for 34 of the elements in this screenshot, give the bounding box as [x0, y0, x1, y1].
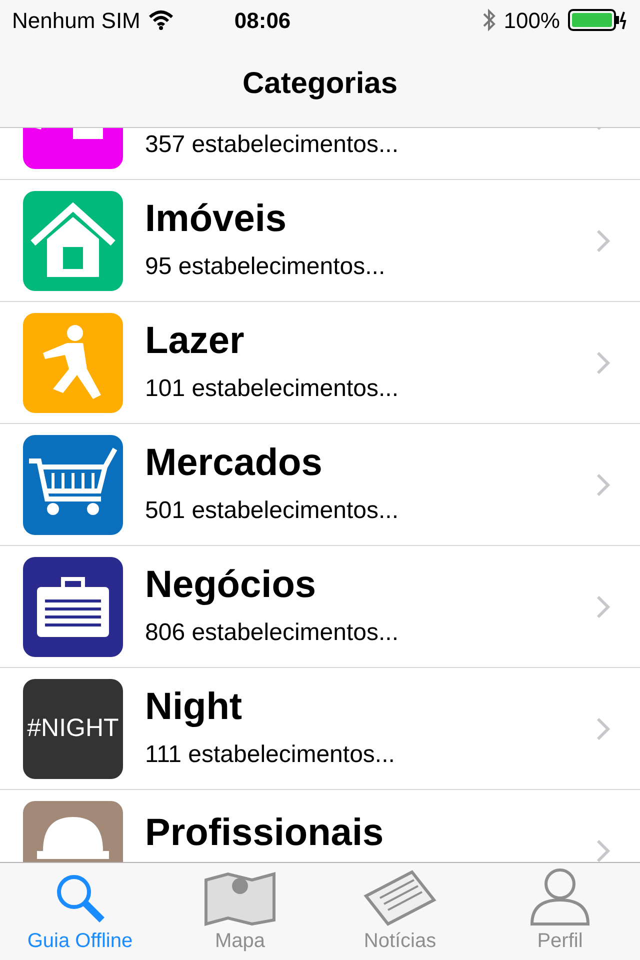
chevron-icon: [596, 838, 610, 862]
establishment-count: 95 estabelecimentos...: [145, 252, 386, 282]
category-row[interactable]: Lazer 101 estabelecimentos...: [0, 302, 640, 424]
screen-title: Categorias: [242, 66, 398, 102]
category-title: Lazer: [145, 318, 246, 362]
chevron-icon: [596, 716, 610, 740]
category-title: Night: [145, 684, 244, 728]
establishment-count: 111 estabelecimentos...: [145, 740, 396, 770]
chevron-icon: [596, 350, 610, 374]
establishment-count: 806 estabelecimentos...: [145, 618, 400, 648]
establishment-count: 101 estabelecimentos...: [145, 374, 400, 404]
category-title: Profissionais: [145, 810, 385, 854]
icon-label: #NIGHT: [27, 712, 119, 744]
chevron-icon: [596, 472, 610, 496]
establishment-count: 501 estabelecimentos...: [145, 496, 400, 526]
category-row[interactable]: #NIGHT Night 111 estabelecimentos...: [0, 668, 640, 790]
carrier-label: Nenhum SIM: [12, 6, 140, 34]
clock: 08:06: [234, 6, 291, 34]
category-row[interactable]: 357 estabelecimentos...: [0, 128, 640, 180]
wifi-icon: [148, 10, 174, 30]
category-title: Imóveis: [145, 196, 288, 240]
category-title: Mercados: [145, 440, 324, 484]
category-title: Negócios: [145, 562, 318, 606]
chevron-icon: [596, 594, 610, 618]
category-row[interactable]: Mercados 501 estabelecimentos...: [0, 424, 640, 546]
person-icon: [528, 866, 592, 926]
battery-icon: [568, 9, 628, 31]
map-icon: [202, 870, 278, 926]
bluetooth-icon: [482, 8, 496, 32]
chevron-icon: [596, 228, 610, 252]
battery-label: 100%: [504, 6, 560, 34]
category-row[interactable]: Imóveis 95 estabelecimentos...: [0, 180, 640, 302]
establishment-count: 357 estabelecimentos...: [145, 130, 400, 160]
category-row[interactable]: Negócios 806 estabelecimentos...: [0, 546, 640, 668]
